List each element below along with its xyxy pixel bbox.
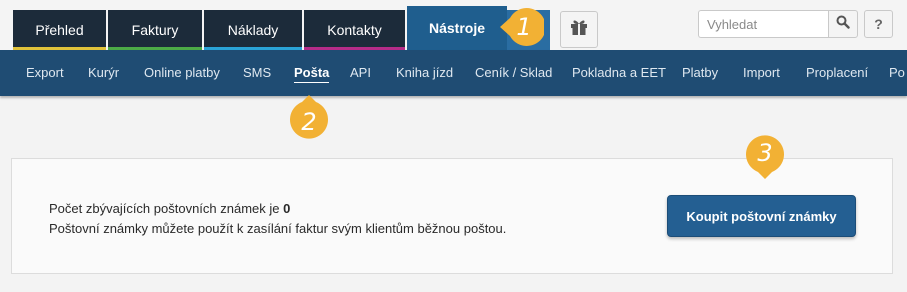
- top-navigation: Přehled Faktury Náklady Kontakty Nástroj…: [0, 0, 907, 50]
- tab-label: Nástroje: [428, 20, 486, 36]
- callout-number: 1: [516, 13, 532, 41]
- callout-marker-1: 1: [498, 4, 544, 50]
- stamp-count-value: 0: [283, 201, 291, 216]
- stamp-count-label: Počet zbývajících poštovních známek je: [49, 201, 284, 216]
- subnav-item-api[interactable]: API: [350, 50, 371, 96]
- subnav-item-proplaceni[interactable]: Proplacení: [806, 50, 868, 96]
- subnav-item-import[interactable]: Import: [743, 50, 780, 96]
- gift-icon: [569, 17, 589, 42]
- subnav-item-kuryr[interactable]: Kurýr: [88, 50, 119, 96]
- tab-label: Náklady: [227, 22, 279, 38]
- search-icon: [836, 15, 850, 34]
- tab-naklady[interactable]: Náklady: [204, 10, 302, 50]
- subnav-item-posta[interactable]: Pošta: [294, 50, 330, 96]
- gift-button[interactable]: [560, 11, 598, 48]
- subnav-item-cenik-sklad[interactable]: Ceník / Sklad: [475, 50, 552, 96]
- tab-kontakty[interactable]: Kontakty: [304, 10, 405, 50]
- stamp-count-line: Počet zbývajících poštovních známek je 0: [49, 199, 506, 219]
- subnav-item-online-platby[interactable]: Online platby: [144, 50, 220, 96]
- callout-marker-2: 2: [286, 95, 332, 141]
- subnav-item-overflow[interactable]: Po: [889, 50, 905, 96]
- sub-navigation: Export Kurýr Online platby SMS Pošta API…: [0, 50, 907, 96]
- subnav-item-sms[interactable]: SMS: [243, 50, 271, 96]
- callout-number: 3: [757, 139, 773, 167]
- subnav-item-export[interactable]: Export: [26, 50, 64, 96]
- tab-label: Faktury: [131, 22, 179, 38]
- tab-label: Kontakty: [327, 22, 382, 38]
- subnav-item-kniha-jizd[interactable]: Kniha jízd: [396, 50, 453, 96]
- callout-number: 2: [301, 108, 317, 136]
- callout-marker-3: 3: [742, 133, 788, 179]
- tab-nastroje[interactable]: Nástroje: [407, 6, 507, 50]
- search-input[interactable]: [698, 10, 829, 38]
- postage-info: Počet zbývajících poštovních známek je 0…: [49, 199, 506, 239]
- tab-faktury[interactable]: Faktury: [108, 10, 202, 50]
- search-button[interactable]: [828, 10, 858, 38]
- buy-stamps-button[interactable]: Koupit poštovní známky: [667, 195, 856, 237]
- tab-label: Přehled: [35, 22, 84, 38]
- subnav-item-pokladna-eet[interactable]: Pokladna a EET: [572, 50, 666, 96]
- help-button[interactable]: ?: [864, 10, 893, 38]
- tab-prehled[interactable]: Přehled: [13, 10, 106, 50]
- subnav-item-platby[interactable]: Platby: [682, 50, 718, 96]
- postage-description: Poštovní známky můžete použít k zasílání…: [49, 221, 507, 236]
